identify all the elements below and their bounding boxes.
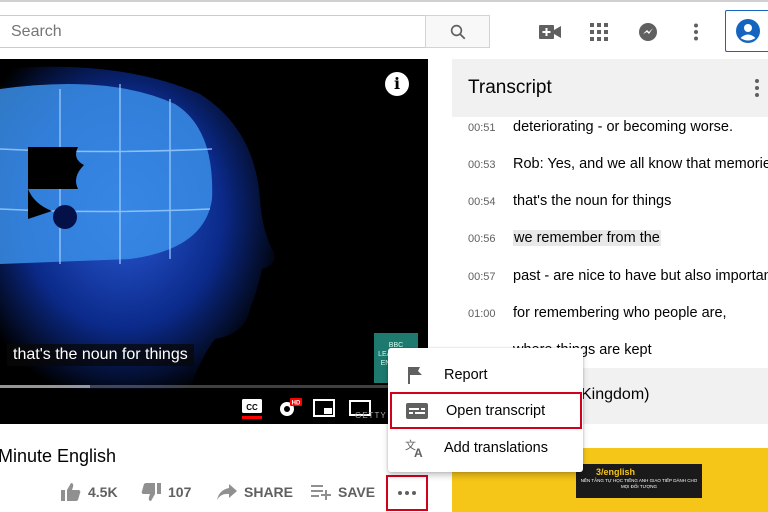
create-video-icon bbox=[539, 25, 561, 39]
apps-button[interactable] bbox=[584, 17, 614, 47]
messages-button[interactable] bbox=[633, 17, 663, 47]
like-count: 4.5K bbox=[88, 484, 118, 500]
transcript-timestamp: 00:54 bbox=[468, 196, 496, 208]
ad-banner-box: 3/english NỀN TẢNG TỰ HỌC TIẾNG ANH GIAO… bbox=[576, 464, 702, 498]
settings-button[interactable]: HD bbox=[276, 396, 302, 420]
transcript-line[interactable]: 00:57 past - are nice to have but also i… bbox=[452, 259, 768, 296]
captions-button[interactable]: CC bbox=[240, 396, 264, 420]
dislike-button[interactable]: 107 bbox=[141, 482, 191, 502]
more-horiz-icon bbox=[398, 491, 416, 495]
search-icon bbox=[450, 24, 465, 39]
video-frame-head-puzzle bbox=[0, 66, 275, 389]
transcript-timestamp: 01:00 bbox=[468, 308, 496, 320]
transcript-line-active[interactable]: 00:56 we remember from the bbox=[452, 221, 768, 258]
more-options-button[interactable] bbox=[681, 17, 711, 47]
transcript-line[interactable]: 00:53 Rob: Yes, and we all know that mem… bbox=[452, 147, 768, 184]
menu-item-label: Add translations bbox=[444, 440, 548, 456]
share-icon bbox=[217, 484, 237, 500]
menu-item-open-transcript[interactable]: Open transcript bbox=[390, 392, 582, 429]
transcript-text: for remembering who people are, bbox=[513, 305, 727, 321]
progress-bar[interactable] bbox=[0, 385, 428, 388]
video-title: Minute English bbox=[0, 446, 117, 466]
transcript-text: deteriorating - or becoming worse. bbox=[513, 119, 734, 135]
svg-text:CC: CC bbox=[246, 403, 258, 412]
transcript-line[interactable]: 01:00 for remembering who people are, bbox=[452, 296, 768, 333]
settings-hd-icon: HD bbox=[280, 398, 302, 416]
menu-item-report[interactable]: Report bbox=[388, 356, 583, 393]
ad-logo: 3/english bbox=[596, 467, 636, 477]
thumbs-down-icon bbox=[141, 483, 161, 501]
more-actions-menu: Report Open transcript 文A Add translatio… bbox=[388, 348, 583, 472]
masthead bbox=[0, 0, 768, 58]
search-button[interactable] bbox=[425, 15, 490, 48]
share-button[interactable]: SHARE bbox=[217, 482, 293, 502]
transcript-line[interactable]: 00:51 deteriorating - or becoming worse. bbox=[452, 110, 768, 147]
transcript-text: Rob: Yes, and we all know that memories bbox=[513, 156, 768, 172]
progress-loaded bbox=[0, 385, 90, 388]
translate-icon: 文A bbox=[403, 436, 427, 460]
transcript-language-label: Kingdom) bbox=[581, 386, 650, 403]
save-button[interactable]: SAVE bbox=[311, 482, 375, 502]
search-box bbox=[0, 15, 426, 48]
transcript-timestamp: 00:53 bbox=[468, 159, 496, 171]
thumbs-up-icon bbox=[61, 483, 81, 501]
svg-text:A: A bbox=[414, 446, 423, 459]
miniplayer-button[interactable] bbox=[312, 396, 336, 420]
transcript-title: Transcript bbox=[468, 77, 552, 98]
video-caption: that's the noun for things bbox=[7, 344, 194, 366]
share-label: SHARE bbox=[244, 484, 294, 500]
transcript-timestamp: 00:57 bbox=[468, 271, 496, 283]
transcript-line[interactable]: 00:54 that's the noun for things bbox=[452, 184, 768, 221]
ad-text: NỀN TẢNG TỰ HỌC TIẾNG ANH GIAO TIẾP DÀNH… bbox=[580, 478, 698, 489]
more-vert-icon bbox=[694, 23, 698, 41]
more-actions-button[interactable] bbox=[386, 475, 428, 511]
transcript-header: Transcript bbox=[452, 59, 768, 117]
apps-grid-icon bbox=[590, 23, 608, 41]
messages-icon bbox=[639, 23, 657, 41]
menu-item-label: Report bbox=[444, 367, 488, 383]
save-label: SAVE bbox=[338, 484, 376, 500]
dislike-count: 107 bbox=[168, 484, 192, 500]
info-icon[interactable]: i bbox=[385, 72, 409, 96]
transcript-text: that's the noun for things bbox=[513, 193, 672, 209]
svg-text:HD: HD bbox=[292, 401, 301, 407]
flag-icon bbox=[403, 363, 427, 387]
create-video-button[interactable] bbox=[535, 17, 565, 47]
sign-in-button[interactable] bbox=[725, 10, 768, 52]
transcript-icon bbox=[405, 399, 429, 423]
menu-item-label: Open transcript bbox=[446, 403, 546, 419]
transcript-menu-icon[interactable] bbox=[755, 79, 759, 97]
transcript-text: we remember from the bbox=[513, 230, 661, 246]
transcript-timestamp: 00:56 bbox=[468, 233, 496, 245]
transcript-timestamp: 00:51 bbox=[468, 122, 496, 134]
menu-item-add-translations[interactable]: 文A Add translations bbox=[388, 429, 583, 466]
captions-icon: CC bbox=[242, 399, 262, 419]
playlist-add-icon bbox=[311, 485, 331, 500]
miniplayer-icon bbox=[313, 399, 335, 417]
transcript-text: past - are nice to have but also importa… bbox=[513, 268, 768, 284]
like-button[interactable]: 4.5K bbox=[61, 482, 118, 502]
search-input[interactable] bbox=[0, 16, 426, 47]
video-player[interactable]: i BBC LEARNING ENGLISH that's the noun f… bbox=[0, 59, 428, 424]
account-icon bbox=[736, 19, 760, 43]
getty-watermark: GETTY bbox=[355, 411, 387, 420]
